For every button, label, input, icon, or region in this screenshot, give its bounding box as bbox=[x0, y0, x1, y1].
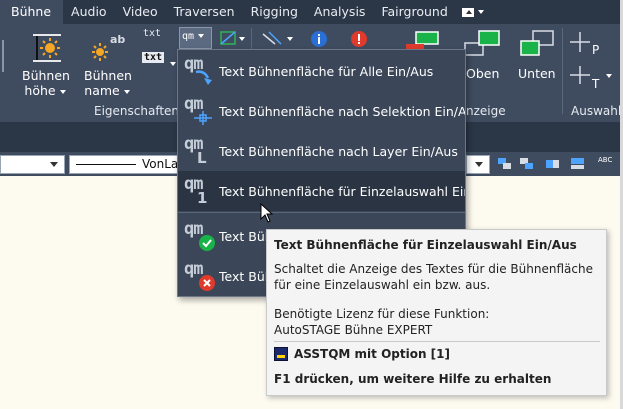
group-icon-2[interactable] bbox=[519, 157, 533, 169]
menu-item-text-layer[interactable]: qm L Text Bühnenfläche nach Layer Ein/Au… bbox=[178, 131, 465, 171]
command-icon bbox=[274, 347, 288, 361]
qm-arrow-icon: qm bbox=[184, 55, 216, 87]
menu-separator bbox=[178, 212, 465, 213]
ab-text: ab bbox=[110, 33, 125, 46]
tooltip-license: Benötigte Lizenz für diese Funktion: Aut… bbox=[274, 306, 599, 338]
scroll-left-icon bbox=[2, 40, 4, 72]
qm-layer-icon: qm L bbox=[184, 134, 207, 167]
menu-item-label: Text Bühnenfläche nach Layer Ein/Aus bbox=[219, 143, 458, 159]
tab-video[interactable]: Video bbox=[115, 0, 166, 24]
stage-height-label-1: Bühnen bbox=[22, 68, 70, 83]
lineweight-combo-end[interactable] bbox=[466, 155, 490, 174]
txt-button-1[interactable]: txt bbox=[143, 28, 161, 39]
stage-name-label-2: name bbox=[84, 83, 130, 98]
snap-point-icon[interactable]: P bbox=[570, 30, 606, 56]
frame-icon[interactable] bbox=[219, 30, 245, 48]
tab-audio[interactable]: Audio bbox=[63, 0, 115, 24]
qm-off-icon: qm bbox=[184, 260, 216, 292]
tooltip-license-label: Benötigte Lizenz für diese Funktion: bbox=[274, 307, 490, 321]
oben-label: Oben bbox=[466, 66, 500, 81]
chevron-down-icon bbox=[170, 61, 176, 66]
qm-selection-icon: qm bbox=[184, 95, 216, 127]
chevron-down-icon bbox=[477, 10, 484, 14]
line-sample bbox=[76, 164, 136, 165]
separator bbox=[562, 28, 563, 114]
tooltip-license-value: AutoSTAGE Bühne EXPERT bbox=[274, 323, 433, 337]
dimension-icon[interactable] bbox=[259, 30, 295, 48]
tooltip-command: ASSTQM mit Option [1] bbox=[274, 347, 450, 361]
oben-button[interactable]: Oben bbox=[466, 66, 499, 81]
warning-icon[interactable] bbox=[349, 29, 369, 49]
tab-buehne[interactable]: Bühne bbox=[0, 0, 64, 24]
tooltip-separator bbox=[274, 341, 600, 342]
linetype-label: VonLay bbox=[142, 157, 179, 171]
tab-analysis[interactable]: Analysis bbox=[306, 0, 374, 24]
bring-to-top-icon bbox=[464, 30, 500, 56]
panel-toggle-icon bbox=[461, 7, 474, 17]
stage-name-icon: ab bbox=[92, 33, 125, 61]
command-tooltip: Text Bühnenfläche für Einzelauswahl Ein/… bbox=[266, 229, 607, 396]
tab-traversen[interactable]: Traversen bbox=[166, 0, 243, 24]
group-label-auswahl: Auswahl bbox=[571, 104, 622, 118]
stage-name-button[interactable]: Bühnen name bbox=[84, 68, 132, 98]
tooltip-command-label: ASSTQM mit Option [1] bbox=[294, 347, 450, 361]
ribbon-tab-bar: Bühne Audio Video Traversen Rigging Anal… bbox=[0, 0, 623, 24]
qm-single-icon: qm 1 bbox=[184, 174, 208, 207]
qm-label: qm bbox=[182, 31, 195, 42]
menu-item-text-selection[interactable]: qm Text Bühnenfläche nach Selektion Ein/… bbox=[178, 91, 465, 131]
chevron-down-icon bbox=[475, 162, 483, 167]
menu-item-label: Text Bühnenfläche nach Selektion Ein/Aus bbox=[219, 103, 465, 119]
unten-button[interactable]: Unten bbox=[518, 66, 556, 81]
stage-height-button[interactable]: Bühnen höhe bbox=[22, 68, 70, 98]
group-label-anzeige: nzeige bbox=[466, 104, 506, 118]
unten-label: Unten bbox=[518, 66, 556, 81]
menu-item-label: Text Bühnenfläche für Alle Ein/Aus bbox=[219, 63, 434, 79]
stage-name-label-1: Bühnen bbox=[84, 68, 132, 83]
qm-menu-button[interactable]: qm bbox=[179, 27, 212, 49]
tab-rigging[interactable]: Rigging bbox=[243, 0, 306, 24]
info-icon[interactable] bbox=[309, 29, 329, 49]
send-to-bottom-icon bbox=[520, 30, 554, 56]
group-icon-3[interactable] bbox=[545, 157, 559, 169]
qm-on-icon: qm bbox=[184, 220, 216, 252]
linetype-combo[interactable]: VonLay bbox=[69, 155, 179, 174]
txt-button-2[interactable]: txt bbox=[142, 52, 165, 63]
stage-height-icon bbox=[33, 34, 61, 62]
stage-height-label-2: höhe bbox=[22, 83, 68, 98]
ribbon-minimize-button[interactable] bbox=[458, 5, 488, 19]
txt-dropdown[interactable] bbox=[166, 56, 176, 70]
menu-item-text-single[interactable]: qm 1 Text Bühnenfläche für Einzelauswahl… bbox=[178, 171, 465, 211]
svg-text:P: P bbox=[592, 43, 599, 56]
mouse-pointer-icon bbox=[260, 203, 274, 223]
menu-item-label: Text Bühnenfläche für Einzelauswahl Ein/… bbox=[219, 183, 465, 199]
chevron-down-icon bbox=[59, 89, 66, 94]
tab-fairground[interactable]: Fairground bbox=[373, 0, 455, 24]
layer-combo[interactable] bbox=[0, 155, 65, 174]
spellcheck-icon[interactable]: ABC bbox=[598, 156, 618, 168]
chevron-down-icon bbox=[50, 162, 58, 167]
chevron-down-icon bbox=[198, 34, 205, 38]
svg-text:T: T bbox=[591, 77, 600, 91]
snap-text-icon[interactable]: T bbox=[570, 64, 616, 92]
group-icon-4[interactable] bbox=[570, 157, 584, 169]
tooltip-help: F1 drücken, um weitere Hilfe zu erhalten bbox=[274, 372, 552, 386]
tooltip-description: Schaltet die Anzeige des Textes für die … bbox=[274, 262, 593, 292]
menu-item-text-all[interactable]: qm Text Bühnenfläche für Alle Ein/Aus bbox=[178, 51, 465, 91]
group-icon-1[interactable] bbox=[497, 157, 511, 169]
group-label-eigenschaften: Eigenschaften bbox=[94, 104, 180, 118]
chevron-down-icon bbox=[123, 89, 130, 94]
tooltip-title: Text Bühnenfläche für Einzelauswahl Ein/… bbox=[274, 238, 577, 252]
